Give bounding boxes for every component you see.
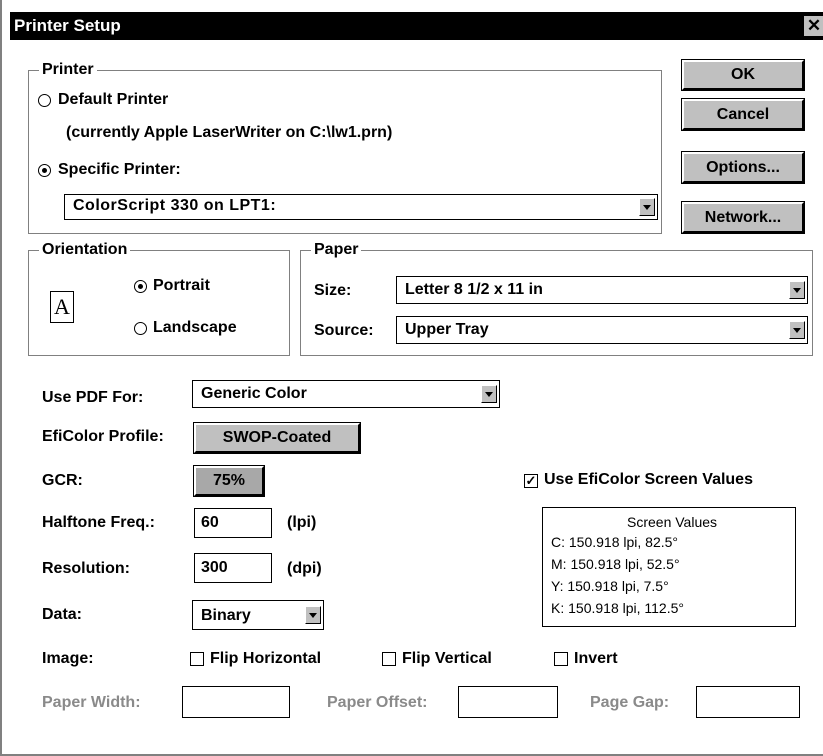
screen-values-title: Screen Values — [627, 514, 718, 530]
gcr-button[interactable]: 75% — [194, 466, 264, 496]
paper-offset-label: Paper Offset: — [327, 694, 428, 711]
use-screen-values-label[interactable]: Use EfiColor Screen Values — [544, 471, 753, 489]
resolution-unit: (dpi) — [287, 560, 322, 577]
paper-size-select[interactable]: Letter 8 1/2 x 11 in — [396, 276, 808, 304]
screen-value-c: C: 150.918 lpi, 82.5° — [551, 534, 679, 550]
paper-size-value: Letter 8 1/2 x 11 in — [405, 281, 543, 298]
screen-value-k: K: 150.918 lpi, 112.5° — [551, 600, 684, 616]
orientation-group-title: Orientation — [39, 240, 131, 260]
use-pdf-value: Generic Color — [201, 385, 307, 402]
use-screen-values-checkbox[interactable]: ✓ — [524, 474, 538, 488]
screen-values-box: Screen Values C: 150.918 lpi, 82.5° M: 1… — [542, 507, 796, 627]
page-letter-glyph: A — [54, 294, 70, 319]
landscape-radio[interactable] — [134, 322, 147, 335]
chevron-down-icon[interactable] — [481, 385, 497, 403]
title-bar: Printer Setup ✕ — [10, 12, 823, 40]
specific-printer-select[interactable]: ColorScript 330 on LPT1: — [64, 194, 658, 220]
chevron-down-icon[interactable] — [789, 321, 805, 339]
portrait-page-icon: A — [50, 291, 74, 323]
paper-width-label: Paper Width: — [42, 694, 141, 711]
chevron-down-icon[interactable] — [639, 198, 655, 216]
eficolor-profile-label: EfiColor Profile: — [42, 428, 164, 445]
eficolor-profile-button[interactable]: SWOP-Coated — [194, 423, 360, 453]
flip-horizontal-label[interactable]: Flip Horizontal — [210, 650, 321, 668]
paper-source-select[interactable]: Upper Tray — [396, 316, 808, 344]
flip-vertical-checkbox[interactable] — [382, 652, 396, 666]
gcr-label: GCR: — [42, 472, 83, 489]
halftone-label: Halftone Freq.: — [42, 514, 155, 531]
image-label: Image: — [42, 650, 94, 667]
paper-group-title: Paper — [311, 240, 362, 260]
specific-printer-radio[interactable] — [38, 164, 51, 177]
invert-label[interactable]: Invert — [574, 650, 618, 668]
specific-printer-label[interactable]: Specific Printer: — [58, 161, 181, 179]
paper-source-value: Upper Tray — [405, 321, 489, 338]
paper-width-input[interactable] — [182, 686, 290, 718]
specific-printer-value: ColorScript 330 on LPT1: — [73, 197, 277, 214]
default-printer-radio[interactable] — [38, 94, 51, 107]
page-gap-label: Page Gap: — [590, 694, 670, 711]
resolution-input[interactable]: 300 — [194, 553, 272, 583]
flip-vertical-label[interactable]: Flip Vertical — [402, 650, 492, 668]
data-label: Data: — [42, 606, 83, 623]
paper-offset-input[interactable] — [458, 686, 558, 718]
use-pdf-label: Use PDF For: — [42, 389, 144, 406]
portrait-label[interactable]: Portrait — [153, 277, 210, 295]
printer-setup-dialog: Printer Setup ✕ Printer Default Printer … — [0, 0, 823, 756]
data-select[interactable]: Binary — [192, 600, 324, 630]
network-button[interactable]: Network... — [682, 202, 804, 233]
close-icon[interactable]: ✕ — [803, 15, 823, 37]
halftone-unit: (lpi) — [287, 514, 317, 531]
default-printer-note: (currently Apple LaserWriter on C:\lw1.p… — [66, 124, 393, 141]
use-pdf-select[interactable]: Generic Color — [192, 380, 500, 408]
invert-checkbox[interactable] — [554, 652, 568, 666]
data-value: Binary — [201, 607, 251, 624]
chevron-down-icon[interactable] — [789, 281, 805, 299]
landscape-label[interactable]: Landscape — [153, 319, 237, 337]
default-printer-label[interactable]: Default Printer — [58, 91, 168, 109]
resolution-label: Resolution: — [42, 560, 130, 577]
chevron-down-icon[interactable] — [305, 606, 321, 624]
printer-group-title: Printer — [39, 60, 97, 80]
halftone-input[interactable]: 60 — [194, 508, 272, 538]
window-title: Printer Setup — [14, 16, 121, 35]
ok-button[interactable]: OK — [682, 60, 804, 90]
page-gap-input[interactable] — [696, 686, 800, 718]
cancel-button[interactable]: Cancel — [682, 99, 804, 130]
options-button[interactable]: Options... — [682, 152, 804, 183]
screen-value-m: M: 150.918 lpi, 52.5° — [551, 556, 680, 572]
paper-size-label: Size: — [314, 282, 352, 299]
portrait-radio[interactable] — [134, 280, 147, 293]
flip-horizontal-checkbox[interactable] — [190, 652, 204, 666]
screen-value-y: Y: 150.918 lpi, 7.5° — [551, 578, 669, 594]
paper-source-label: Source: — [314, 322, 374, 339]
